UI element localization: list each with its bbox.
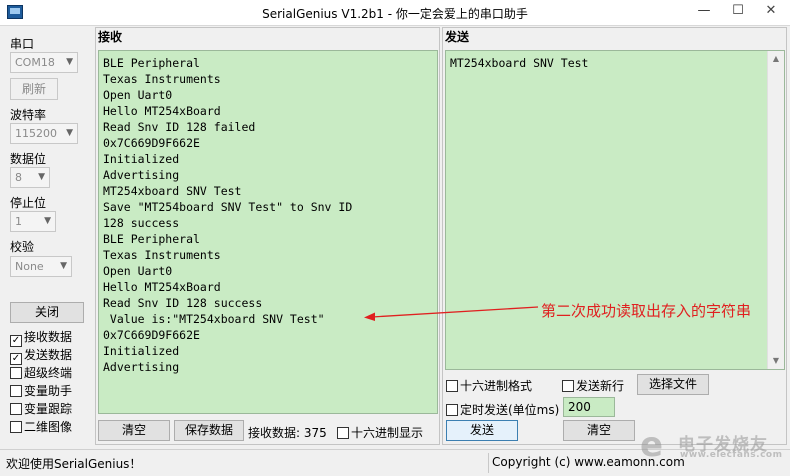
annotation-arrow <box>364 306 539 321</box>
status-divider <box>488 453 489 473</box>
watermark-logo: e 电子发烧友 www.elecfans.com <box>640 425 783 465</box>
annotation-text: 第二次成功读取出存入的字符串 <box>541 302 752 320</box>
status-welcome: 欢迎使用SerialGenius！ <box>6 457 142 471</box>
